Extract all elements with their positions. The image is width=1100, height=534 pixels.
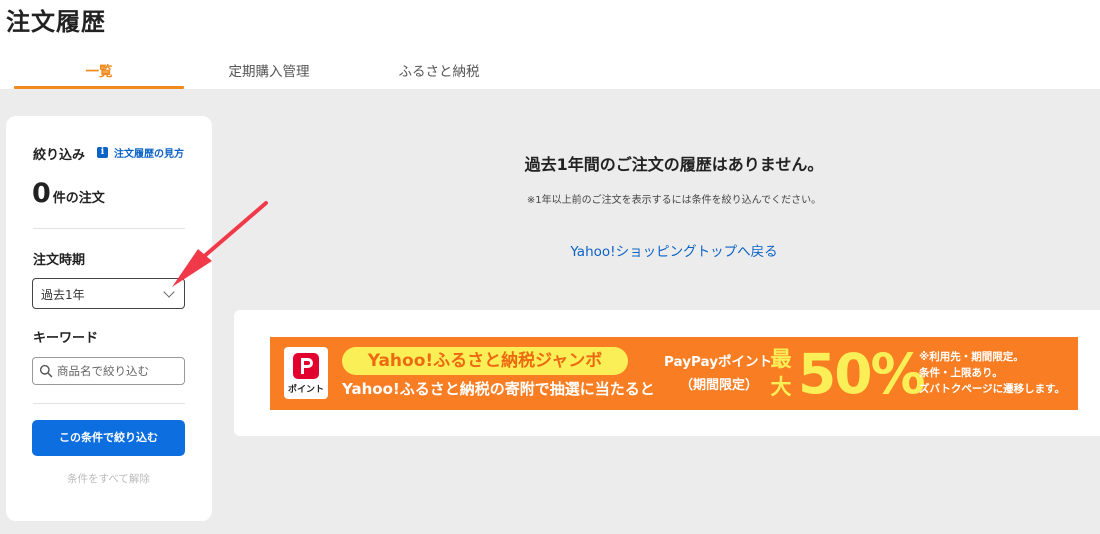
paypay-logo: ポイント: [284, 347, 328, 399]
info-icon: i: [97, 147, 108, 158]
banner-note: ズバトクページに遷移します。: [919, 383, 1066, 395]
help-link-label: 注文履歴の見方: [114, 149, 184, 160]
tab-bar: 一覧 定期購入管理 ふるさと納税: [0, 52, 1100, 89]
banner-headline: Yahoo!ふるさと納税ジャンボ: [342, 347, 628, 375]
banner-subline: Yahoo!ふるさと納税の寄附で抽選に当たると: [342, 380, 655, 398]
period-label: 注文時期: [33, 253, 86, 268]
empty-message: 過去1年間のご注文の履歴はありません。: [524, 155, 824, 174]
keyword-input[interactable]: [57, 361, 181, 381]
banner-card: ポイント Yahoo!ふるさと納税ジャンボ Yahoo!ふるさと納税の寄附で抽選…: [234, 310, 1100, 436]
banner-percent: 50%: [798, 342, 926, 406]
divider: [33, 403, 185, 404]
order-count-number: 0: [32, 178, 51, 209]
filter-title: 絞り込み: [33, 148, 86, 163]
filter-sidebar: 絞り込み i 注文履歴の見方 0 件の注文 注文時期 過去1年 キーワード この…: [6, 116, 212, 521]
page-title: 注文履歴: [6, 8, 106, 36]
keyword-label: キーワード: [33, 331, 99, 346]
keyword-field[interactable]: [32, 357, 185, 385]
annotation-arrow-icon: [172, 201, 268, 287]
tab-furusato[interactable]: ふるさと納税: [354, 60, 524, 80]
order-count-suffix: 件の注文: [52, 191, 105, 206]
clear-filters-link[interactable]: 条件をすべて解除: [32, 471, 185, 486]
tab-list[interactable]: 一覧: [14, 60, 184, 80]
tab-subscription[interactable]: 定期購入管理: [184, 60, 354, 80]
paypay-mark-icon: [293, 353, 319, 379]
apply-filter-button[interactable]: この条件で絞り込む: [32, 420, 185, 456]
banner-limited-label: （期間限定）: [680, 378, 759, 393]
banner-note: 条件・上限あり。: [919, 367, 1003, 379]
content-area: 絞り込み i 注文履歴の見方 0 件の注文 注文時期 過去1年 キーワード この…: [0, 89, 1100, 534]
banner-max-label: 最大: [770, 347, 792, 399]
order-count: 0 件の注文: [32, 178, 105, 209]
help-link[interactable]: i 注文履歴の見方: [97, 145, 184, 160]
period-select-value: 過去1年: [41, 288, 85, 302]
search-icon: [39, 364, 53, 378]
empty-sub-message: ※1年以上前のご注文を表示するには条件を絞り込んでください。: [526, 195, 822, 206]
back-to-top-link[interactable]: Yahoo!ショッピングトップへ戻る: [234, 240, 1100, 260]
banner-points-label: PayPayポイント: [664, 354, 773, 370]
banner-note: ※利用先・期間限定。: [919, 351, 1024, 363]
promo-banner[interactable]: ポイント Yahoo!ふるさと納税ジャンボ Yahoo!ふるさと納税の寄附で抽選…: [270, 337, 1078, 410]
paypay-logo-text: ポイント: [287, 385, 324, 395]
banner-notes: ※利用先・期間限定。 条件・上限あり。 ズバトクページに遷移します。: [919, 349, 1065, 397]
